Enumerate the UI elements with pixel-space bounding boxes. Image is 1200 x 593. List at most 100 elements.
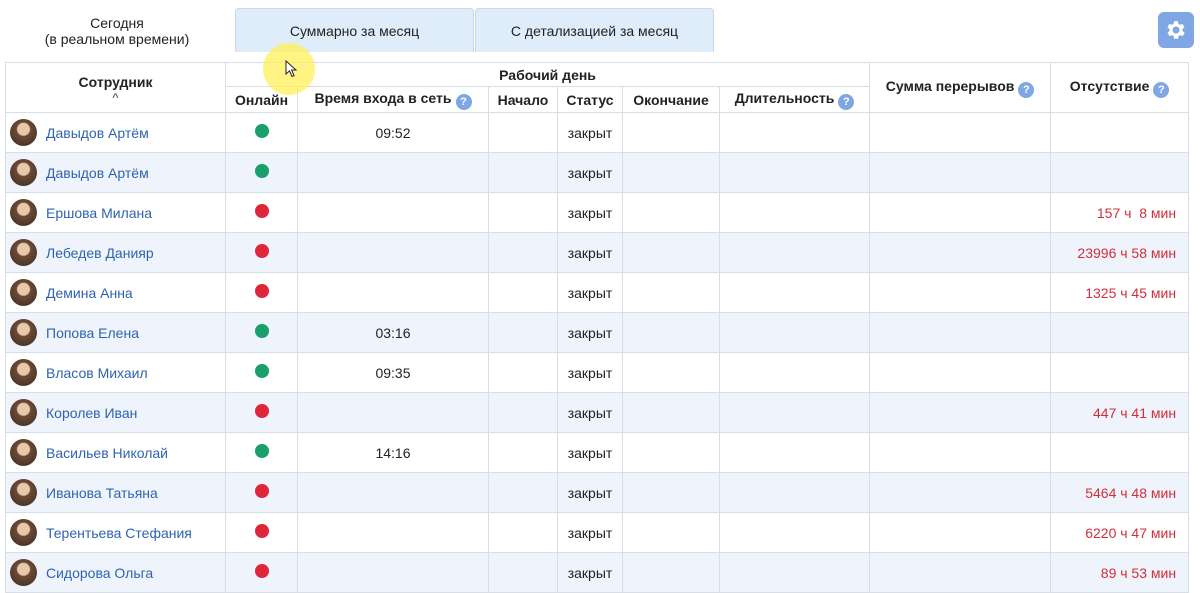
col-duration-label: Длительность [734,89,835,106]
offline-status-dot [254,564,269,578]
start-cell [488,552,558,593]
employee-cell: Ершова Милана [5,192,226,233]
end-cell [622,272,720,313]
offline-status-dot [254,244,269,258]
employee-cell: Терентьева Стефания [5,512,226,553]
avatar [10,159,37,186]
login-time-cell [297,232,489,273]
login-time-cell [297,192,489,233]
status-cell: закрыт [557,552,623,593]
employee-name-link[interactable]: Власов Михаил [46,365,148,381]
avatar [10,559,37,586]
employee-name-link[interactable]: Демина Анна [46,285,133,301]
employee-cell: Сидорова Ольга [5,552,226,593]
help-icon[interactable]: ? [1018,81,1035,98]
breaks-cell [869,552,1052,593]
offline-status-dot [254,404,269,418]
avatar [10,199,37,226]
table-row: Васильев Николай 14:16 закрыт [5,432,1190,473]
breaks-cell [869,512,1052,553]
employee-name-link[interactable]: Ершова Милана [46,205,152,221]
employee-cell: Демина Анна [5,272,226,313]
start-cell [488,432,558,473]
end-cell [622,472,720,513]
avatar [10,399,37,426]
online-cell [225,152,298,193]
duration-cell [718,312,871,353]
employee-cell: Иванова Татьяна [5,472,226,513]
tab-today-line2: (в реальном времени) [44,30,190,47]
tab-month-detail[interactable]: С детализацией за месяц [475,8,714,52]
start-cell [488,192,558,233]
online-cell [225,352,298,393]
help-icon[interactable]: ? [455,93,472,110]
duration-cell [718,152,871,193]
login-time-cell: 14:16 [297,432,489,473]
employee-name-link[interactable]: Васильев Николай [46,445,168,461]
settings-button[interactable] [1158,12,1194,48]
status-cell: закрыт [557,192,623,233]
employee-name-link[interactable]: Иванова Татьяна [46,485,158,501]
employee-table: Сотрудник ^ Рабочий день Сумма перерывов… [5,62,1190,593]
absence-cell [1050,432,1190,473]
start-cell [488,112,558,153]
status-cell: закрыт [557,392,623,433]
employee-wrap: Давыдов Артём [10,119,225,146]
end-cell [622,112,720,153]
breaks-cell [869,232,1052,273]
col-login-time-label: Время входа в сеть [314,89,452,106]
duration-cell [718,232,871,273]
online-cell [225,392,298,433]
employee-wrap: Терентьева Стефания [10,519,225,546]
breaks-cell [869,312,1052,353]
col-employee-header[interactable]: Сотрудник ^ [5,62,226,113]
table-row: Лебедев Данияр закрыт 23996 ч 58 мин [5,232,1190,273]
table-row: Сидорова Ольга закрыт 89 ч 53 мин [5,552,1190,593]
table-row: Королев Иван закрыт 447 ч 41 мин [5,392,1190,433]
login-time-cell [297,272,489,313]
employee-name-link[interactable]: Давыдов Артём [46,165,149,181]
end-cell [622,192,720,233]
offline-status-dot [254,484,269,498]
employee-cell: Давыдов Артём [5,152,226,193]
employee-name-link[interactable]: Сидорова Ольга [46,565,153,581]
employee-name-link[interactable]: Терентьева Стефания [46,525,192,541]
employee-name-link[interactable]: Лебедев Данияр [46,245,154,261]
employee-name-link[interactable]: Давыдов Артём [46,125,149,141]
online-cell [225,512,298,553]
absence-cell: 157 ч 8 мин [1050,192,1190,233]
absence-cell: 5464 ч 48 мин [1050,472,1190,513]
employee-name-link[interactable]: Королев Иван [46,405,137,421]
login-time-cell [297,512,489,553]
online-status-dot [254,124,269,138]
end-cell [622,312,720,353]
online-cell [225,272,298,313]
login-time-cell [297,392,489,433]
employee-wrap: Васильев Николай [10,439,225,466]
status-cell: закрыт [557,352,623,393]
end-cell [622,352,720,393]
tab-month-total[interactable]: Суммарно за месяц [235,8,474,52]
table-row: Ершова Милана закрыт 157 ч 8 мин [5,192,1190,233]
col-start-header: Начало [488,86,558,113]
help-icon[interactable]: ? [1153,81,1170,98]
start-cell [488,152,558,193]
status-cell: закрыт [557,512,623,553]
gear-icon [1167,21,1185,39]
help-icon[interactable]: ? [838,93,855,110]
tab-today[interactable]: Сегодня (в реальном времени) [0,8,234,52]
online-cell [225,232,298,273]
duration-cell [718,552,871,593]
online-status-dot [254,164,269,178]
absence-cell [1050,152,1190,193]
online-cell [225,312,298,353]
col-employee-label: Сотрудник [78,73,153,90]
table-body: Давыдов Артём 09:52 закрыт Давыдов Артём зак… [5,112,1190,593]
table-row: Демина Анна закрыт 1325 ч 45 мин [5,272,1190,313]
employee-name-link[interactable]: Попова Елена [46,325,139,341]
start-cell [488,392,558,433]
duration-cell [718,112,871,153]
col-login-time-header: Время входа в сеть? [297,86,489,113]
table-row: Терентьева Стефания закрыт 6220 ч 47 мин [5,512,1190,553]
col-status-header: Статус [557,86,623,113]
